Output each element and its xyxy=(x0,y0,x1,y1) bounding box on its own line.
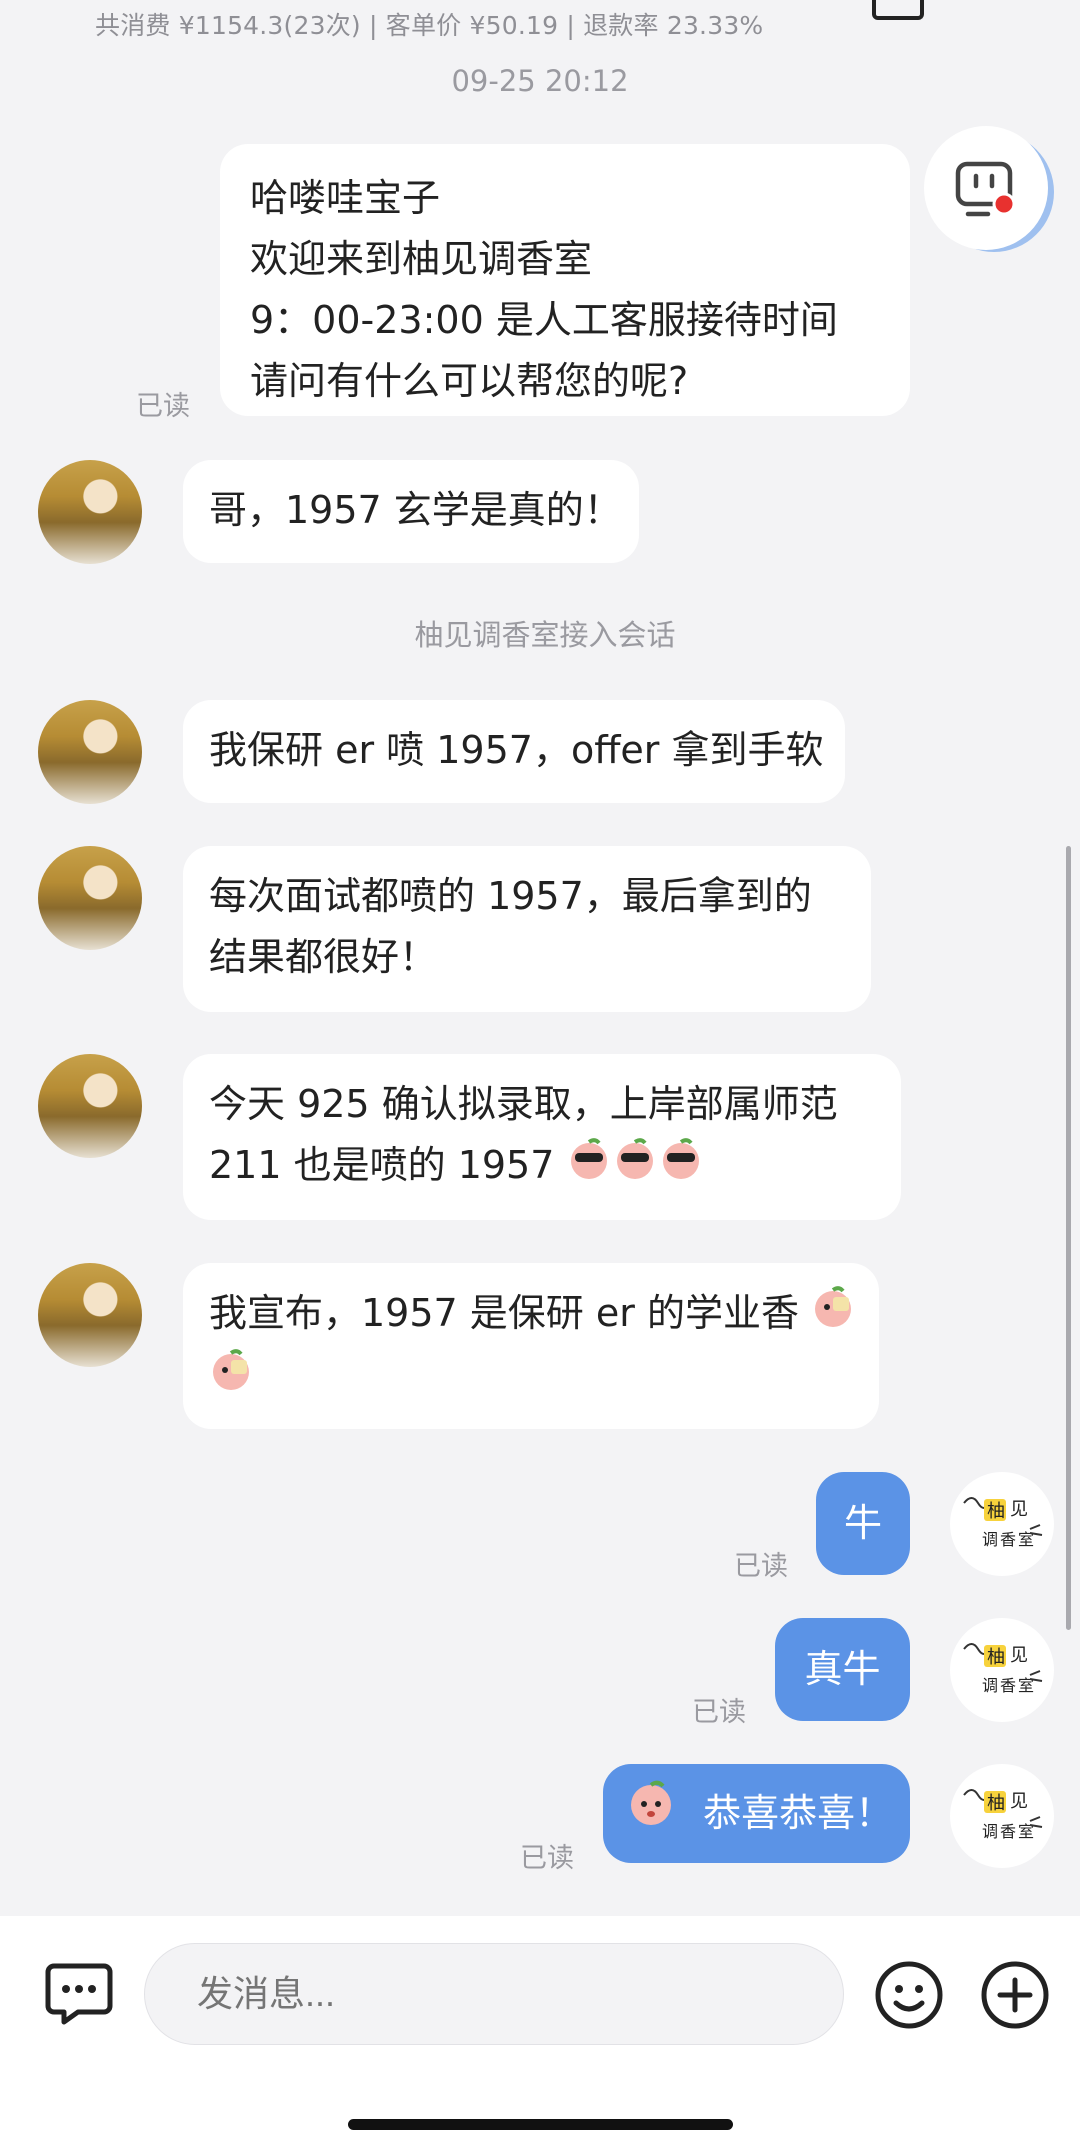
welcome-line-4: 请问有什么可以帮您的呢? xyxy=(250,359,689,403)
shop-logo-char: 香 xyxy=(1000,1822,1016,1841)
message-line: 我宣布，1957 是保研 er 的学业香 xyxy=(209,1283,853,1347)
shop-logo-icon: 柚 见 调 香 室 xyxy=(963,1643,1043,1695)
customer-stats: 共消费 ¥1154.3(23次) | 客单价 ¥50.19 | 退款率 23.3… xyxy=(95,11,764,40)
customer-avatar[interactable] xyxy=(38,846,142,950)
peach-emoji-icon xyxy=(811,1285,857,1347)
customer-message: 每次面试都喷的 1957，最后拿到的 结果都很好！ xyxy=(183,846,871,1012)
smiley-icon[interactable] xyxy=(874,1960,944,2030)
message-text: 我宣布，1957 是保研 er 的学业香 xyxy=(209,1291,799,1335)
back-icon[interactable] xyxy=(20,0,60,10)
customer-message: 哥，1957 玄学是真的！ xyxy=(183,460,639,563)
plus-circle-icon[interactable] xyxy=(980,1960,1050,2030)
sunglasses-peach-emoji-icon xyxy=(567,1137,705,1199)
welcome-message: 哈喽哇宝子 欢迎来到柚见调香室 9：00-23:00 是人工客服接待时间 请问有… xyxy=(220,144,910,416)
peach-emoji-icon xyxy=(209,1348,255,1410)
message-line: 每次面试都喷的 1957，最后拿到的 xyxy=(209,874,812,918)
customer-avatar[interactable] xyxy=(38,700,142,804)
customer-avatar[interactable] xyxy=(38,1054,142,1158)
message-line xyxy=(209,1347,853,1411)
timestamp: 09-25 20:12 xyxy=(451,64,629,98)
shop-logo-char: 香 xyxy=(1000,1530,1016,1549)
welcome-line-1: 哈喽哇宝子 xyxy=(250,176,441,220)
read-status: 已读 xyxy=(734,1551,788,1582)
message-line: 结果都很好！ xyxy=(209,935,438,979)
merchant-reply: 真牛 xyxy=(775,1618,910,1721)
robot-icon xyxy=(955,161,1016,217)
merchant-reply: 牛 xyxy=(816,1472,910,1575)
read-status: 已读 xyxy=(520,1843,574,1874)
message-line: 211 也是喷的 1957 xyxy=(209,1135,875,1199)
customer-avatar[interactable] xyxy=(38,460,142,564)
shop-logo-icon: 柚 见 调 香 室 xyxy=(963,1497,1043,1549)
welcome-line-3: 9：00-23:00 是人工客服接待时间 xyxy=(250,298,838,342)
shop-logo-char: 柚 xyxy=(987,1501,1005,1522)
system-notice: 柚见调香室接入会话 xyxy=(414,618,676,652)
customer-message: 我保研 er 喷 1957，offer 拿到手软 xyxy=(183,700,845,803)
shop-logo-char: 香 xyxy=(1000,1676,1016,1695)
shop-avatar[interactable]: 柚 见 调 香 室 xyxy=(950,1764,1054,1868)
read-status: 已读 xyxy=(692,1697,746,1728)
message-input[interactable] xyxy=(144,1943,844,2045)
customer-avatar[interactable] xyxy=(38,1263,142,1367)
shop-avatar[interactable]: 柚 见 调 香 室 xyxy=(950,1618,1054,1722)
customer-message: 今天 925 确认拟录取，上岸部属师范 211 也是喷的 1957 xyxy=(183,1054,901,1220)
robot-assistant-button[interactable] xyxy=(924,126,1048,250)
shop-logo-char: 柚 xyxy=(987,1793,1005,1814)
home-indicator[interactable] xyxy=(348,2119,733,2130)
shop-logo-char: 调 xyxy=(982,1822,998,1841)
shop-logo-char: 柚 xyxy=(987,1647,1005,1668)
shop-logo-icon: 柚 见 调 香 室 xyxy=(963,1789,1043,1841)
welcome-line-2: 欢迎来到柚见调香室 xyxy=(250,237,593,281)
merchant-reply: 恭喜恭喜！ xyxy=(603,1764,910,1863)
shop-logo-char: 调 xyxy=(982,1676,998,1695)
order-icon[interactable] xyxy=(872,0,924,20)
shop-logo-char: 调 xyxy=(982,1530,998,1549)
message-line: 今天 925 确认拟录取，上岸部属师范 xyxy=(209,1082,838,1126)
shop-avatar[interactable]: 柚 见 调 香 室 xyxy=(950,1472,1054,1576)
message-text: 211 也是喷的 1957 xyxy=(209,1143,555,1187)
shop-logo-char: 见 xyxy=(1010,1791,1028,1812)
message-text: 恭喜恭喜！ xyxy=(703,1791,894,1835)
shop-logo-char: 见 xyxy=(1010,1499,1028,1520)
blushing-peach-emoji-icon xyxy=(627,1766,677,1865)
read-status: 已读 xyxy=(136,391,190,422)
shop-logo-char: 见 xyxy=(1010,1645,1028,1666)
chat-bubble-icon[interactable] xyxy=(44,1960,114,2026)
customer-message: 我宣布，1957 是保研 er 的学业香 xyxy=(183,1263,879,1429)
scrollbar[interactable] xyxy=(1066,846,1071,1630)
